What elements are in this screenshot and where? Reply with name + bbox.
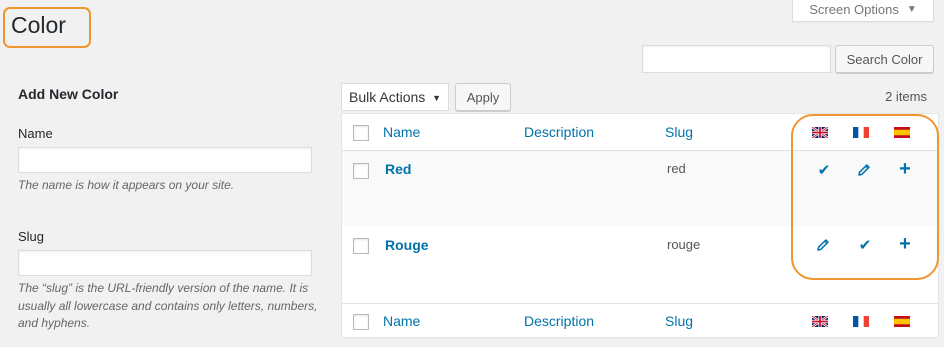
column-header-description[interactable]: Description: [524, 124, 594, 140]
term-name-link[interactable]: Red: [385, 161, 411, 177]
column-header-slug[interactable]: Slug: [665, 124, 693, 140]
bulk-actions-select[interactable]: Bulk Actions ▼: [341, 83, 449, 111]
search-input[interactable]: [642, 45, 831, 73]
spain-flag-icon: [894, 316, 910, 327]
column-footer-name[interactable]: Name: [383, 313, 420, 329]
row-checkbox[interactable]: [353, 163, 369, 179]
select-all-checkbox[interactable]: [353, 125, 369, 141]
name-field[interactable]: [18, 147, 312, 173]
uk-flag-icon: [812, 316, 828, 327]
caret-down-icon: ▼: [906, 4, 917, 15]
table-footer-row: Name Description Slug: [342, 303, 938, 338]
row-checkbox[interactable]: [353, 238, 369, 254]
caret-down-icon: ▼: [432, 93, 441, 103]
screen-options-label: Screen Options: [809, 2, 899, 17]
apply-button[interactable]: Apply: [455, 83, 511, 111]
column-footer-description[interactable]: Description: [524, 313, 594, 329]
items-count: 2 items: [885, 89, 927, 104]
language-columns-highlight: [791, 114, 939, 280]
screen-options-button[interactable]: Screen Options ▼: [792, 0, 934, 22]
france-flag-icon: [853, 316, 869, 327]
column-footer-slug[interactable]: Slug: [665, 313, 693, 329]
column-header-name[interactable]: Name: [383, 124, 420, 140]
name-help-text: The name is how it appears on your site.: [18, 178, 235, 192]
search-button[interactable]: Search Color: [835, 45, 934, 73]
form-title: Add New Color: [18, 86, 119, 102]
select-all-checkbox[interactable]: [353, 314, 369, 330]
term-slug: rouge: [667, 237, 701, 252]
slug-field[interactable]: [18, 250, 312, 276]
term-slug: red: [667, 161, 686, 176]
slug-help-text: The “slug” is the URL-friendly version o…: [18, 281, 318, 330]
name-label: Name: [18, 126, 53, 141]
slug-label: Slug: [18, 229, 45, 244]
bulk-actions-label: Bulk Actions: [349, 89, 426, 105]
term-name-link[interactable]: Rouge: [385, 237, 429, 253]
page-title: Color: [11, 12, 66, 38]
